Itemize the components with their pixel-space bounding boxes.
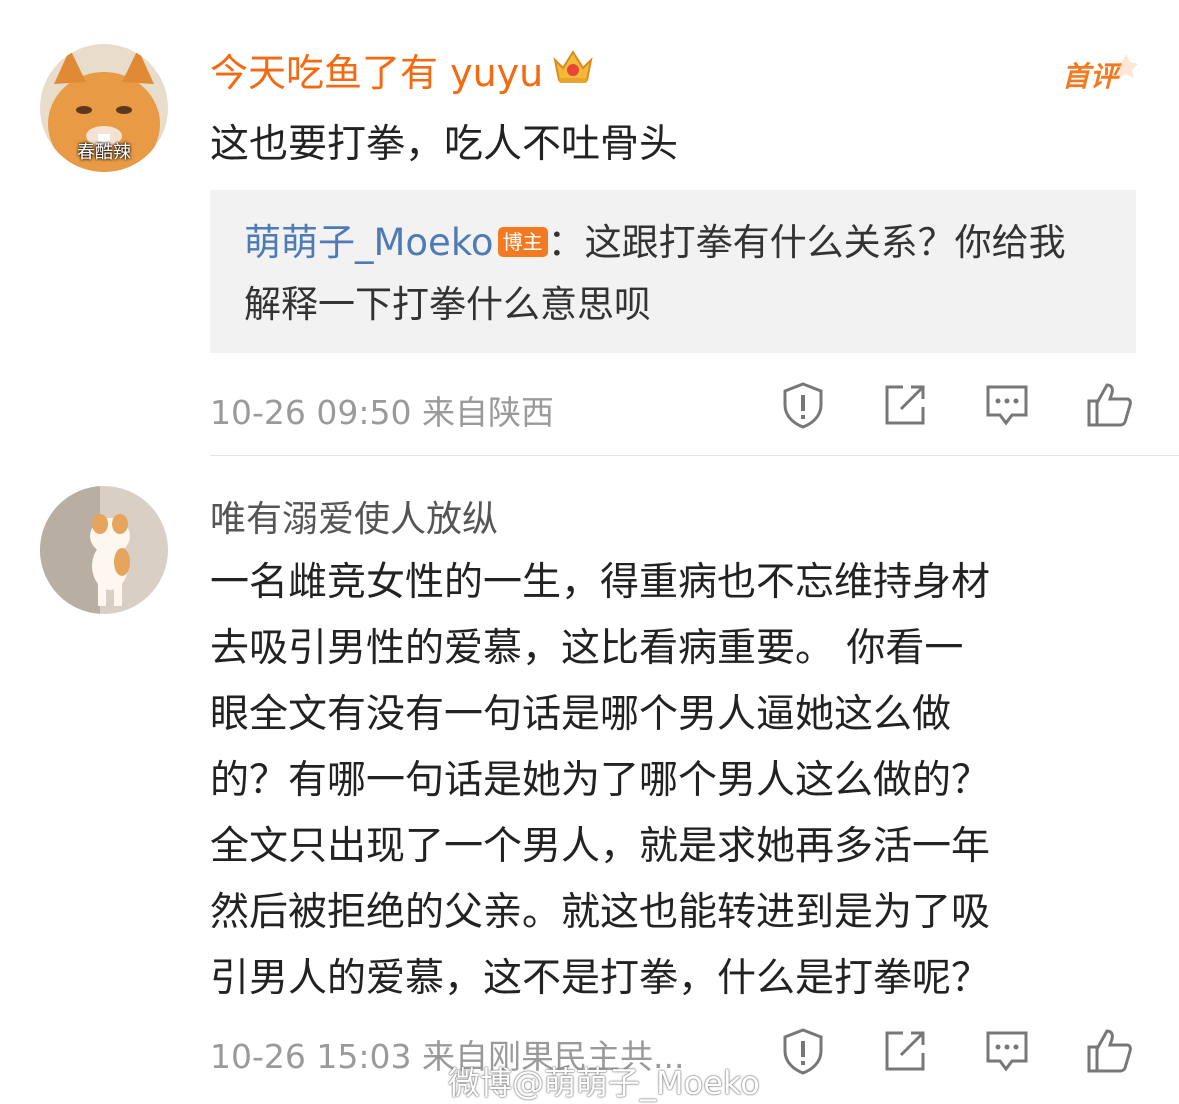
crown-icon — [551, 46, 595, 100]
first-comment-badge: 首评 — [1060, 52, 1140, 100]
blogger-badge: 博主 — [497, 227, 548, 257]
svg-text:首评: 首评 — [1062, 60, 1122, 93]
report-icon[interactable] — [776, 378, 830, 432]
action-bar — [776, 1024, 1179, 1078]
comment-line: 去吸引男性的爱慕，这比看病重要。 你看一 — [210, 626, 964, 671]
avatar[interactable] — [40, 486, 168, 614]
comment-line: 全文只出现了一个男人，就是求她再多活一年 — [210, 824, 991, 869]
report-icon[interactable] — [776, 1024, 830, 1078]
comment-text: 这也要打拳，吃人不吐骨头 — [210, 122, 679, 167]
username[interactable]: 唯有溺爱使人放纵 — [210, 490, 498, 542]
comment-line: 然后被拒绝的父亲。就这也能转进到是为了吸 — [210, 890, 991, 935]
like-icon[interactable] — [1082, 1024, 1136, 1078]
avatar[interactable]: 春酷辣 — [40, 44, 168, 172]
comment-line: 的？有哪一句话是她为了哪个男人这么做的？ — [210, 758, 991, 803]
comment-icon[interactable] — [980, 1024, 1034, 1078]
username-text[interactable]: 今天吃鱼了有 yuyu — [210, 46, 543, 100]
avatar-caption: 春酷辣 — [77, 142, 131, 163]
share-icon[interactable] — [878, 1024, 932, 1078]
action-bar — [776, 378, 1179, 432]
comment-line: 一名雌竞女性的一生，得重病也不忘维持身材 — [210, 560, 991, 605]
comment-icon[interactable] — [980, 378, 1034, 432]
divider — [210, 455, 1179, 456]
comment-meta: 10-26 09:50 来自陕西 — [210, 393, 554, 432]
comment-line: 引男人的爱慕，这不是打拳，什么是打拳呢？ — [210, 956, 991, 1001]
share-icon[interactable] — [878, 378, 932, 432]
username[interactable]: 今天吃鱼了有 yuyu — [210, 46, 595, 100]
watermark: 微博@萌萌子_Moeko — [448, 1064, 760, 1102]
comment-line: 眼全文有没有一句话是哪个男人逼她这么做 — [210, 692, 952, 737]
like-icon[interactable] — [1082, 378, 1136, 432]
reply-box[interactable]: 萌萌子_Moeko 博主 ：这跟打拳有什么关系？你给我解释一下打拳什么意思呗 — [210, 190, 1136, 353]
reply-username[interactable]: 萌萌子_Moeko — [244, 221, 494, 264]
